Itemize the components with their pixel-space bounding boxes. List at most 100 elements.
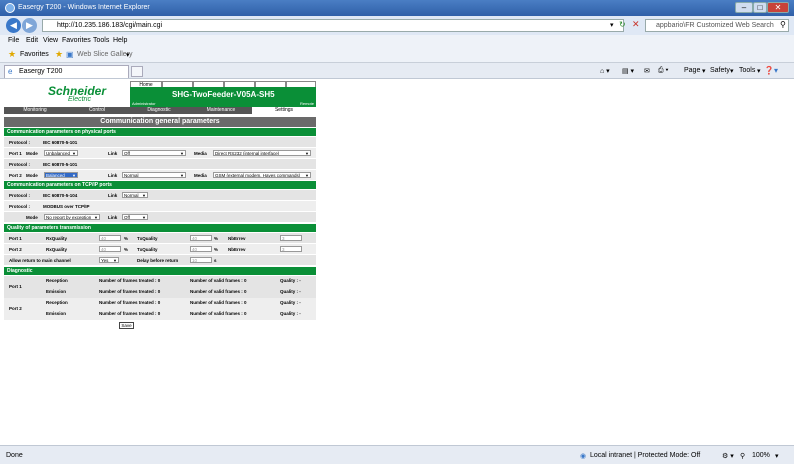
port1-nberrev-input[interactable]: 3 <box>280 235 302 241</box>
nav-monitoring[interactable]: Monitoring <box>4 107 66 114</box>
port2-nberrev-input[interactable]: 3 <box>280 246 302 252</box>
protocol-row-2: Protocol : IEC 60870-5-101 <box>4 159 316 169</box>
tab-easergy[interactable]: e Easergy T200 <box>4 65 129 78</box>
tcp-mode-select[interactable]: No report by exception ▼ <box>44 214 100 220</box>
protocol-value: MODBUS over TCP/IP <box>43 204 90 209</box>
web-slice-dropdown-icon[interactable]: ▾ <box>126 51 130 59</box>
help-icon[interactable]: ❓▾ <box>764 66 778 75</box>
tcp-protocol-row-1: Protocol : IEC 60870-5-104 Link Normal ▼ <box>4 190 316 200</box>
web-slice-gallery-link[interactable]: Web Slice Gallery <box>77 51 133 58</box>
zoom-settings-icon[interactable]: ⚙ ▾ <box>722 452 734 460</box>
port2-mode-select[interactable]: Balanced ▼ <box>44 172 78 178</box>
menu-tools[interactable]: Tools <box>93 37 109 44</box>
refresh-icon[interactable]: ↻ <box>619 20 626 29</box>
url-dropdown-icon[interactable]: ▾ <box>610 21 614 29</box>
page-menu-arrow-icon: ▾ <box>702 68 706 75</box>
forward-button[interactable]: ▶ <box>22 18 37 33</box>
port-label: Port 1 <box>9 151 22 156</box>
port1-mode-select[interactable]: Unbalanced ▼ <box>44 150 78 156</box>
search-input[interactable]: appbario\FR Customized Web Search <box>645 19 789 32</box>
port-label: Port 1 <box>9 284 22 289</box>
menu-edit[interactable]: Edit <box>26 37 38 44</box>
percent-label: % <box>214 247 219 252</box>
print-icon[interactable]: ⎙ ▾ <box>658 67 669 75</box>
tcp-link1-select[interactable]: Normal ▼ <box>122 192 148 198</box>
menu-file[interactable]: File <box>8 37 19 44</box>
home-icon[interactable]: ⌂ ▾ <box>600 67 610 75</box>
tcp-link2-select[interactable]: Off ▼ <box>122 214 148 220</box>
delay-unit: s <box>214 258 217 263</box>
url-field[interactable]: http://10.235.186.183/cgi/main.cgi <box>42 19 624 32</box>
back-button[interactable]: ◀ <box>6 18 21 33</box>
link-label: Link <box>108 151 118 156</box>
diag-direction: Emission <box>46 311 67 316</box>
menu-favorites[interactable]: Favorites <box>62 37 91 44</box>
allow-return-select[interactable]: Yes ▼ <box>99 257 119 263</box>
maximize-button[interactable]: □ <box>753 2 767 13</box>
protocol-label: Protocol : <box>9 162 30 167</box>
select-arrow-icon: ▼ <box>180 173 184 178</box>
tx-quality-label: TxQuality <box>137 247 158 252</box>
diag-quality: Quality : - <box>280 300 301 305</box>
port2-media-select[interactable]: GSM (external modem, Hayes commands) ▼ <box>213 172 311 178</box>
favorites-bar: ★ Favorites ★ ▣ Web Slice Gallery ▾ <box>0 47 794 63</box>
save-button[interactable]: Save <box>119 322 134 329</box>
port-label: Port 2 <box>9 173 22 178</box>
schneider-logo: Schneider Electric <box>4 81 130 107</box>
delay-input[interactable]: 10 <box>190 257 212 263</box>
select-arrow-icon: ▼ <box>180 151 184 156</box>
favorites-button[interactable]: Favorites <box>20 51 49 58</box>
protocol-row-1: Protocol : IEC 60870-5-101 <box>4 137 316 147</box>
stop-icon[interactable]: ✕ <box>632 19 640 30</box>
port1-row: Port 1 Mode Unbalanced ▼ Link Off ▼ Media … <box>4 148 316 158</box>
favorites-star-icon: ★ <box>8 49 17 59</box>
feeds-icon[interactable]: ▤ ▾ <box>622 67 634 75</box>
menu-view[interactable]: View <box>43 37 58 44</box>
search-icon[interactable]: ⚲ <box>780 20 786 29</box>
window-title: Easergy T200 - Windows Internet Explorer <box>18 4 150 11</box>
nav-diagnostic[interactable]: Diagnostic <box>128 107 190 114</box>
diag-direction: Reception <box>46 278 68 283</box>
port2-tx-input[interactable]: 40 <box>190 246 212 252</box>
diag-valid-frames: Number of valid frames : 0 <box>190 311 247 316</box>
diag-valid-frames: Number of valid frames : 0 <box>190 300 247 305</box>
remote-label: Remote <box>299 101 314 106</box>
protocol-value: IEC 60870-5-101 <box>43 162 78 167</box>
zoom-dropdown-icon[interactable]: ▾ <box>775 452 779 460</box>
port1-link-select[interactable]: Off ▼ <box>122 150 186 156</box>
diag-direction: Reception <box>46 300 68 305</box>
port1-rx-input[interactable]: 40 <box>99 235 121 241</box>
safety-menu[interactable]: Safety <box>710 67 730 74</box>
page-menu[interactable]: Page <box>684 67 700 74</box>
main-nav: Monitoring Control Diagnostic Maintenanc… <box>4 107 316 114</box>
port1-media-select[interactable]: Direct RS232 (internal interface) ▼ <box>213 150 311 156</box>
diag-quality: Quality : - <box>280 289 301 294</box>
diag-frames-treated: Number of frames treated : 0 <box>99 300 161 305</box>
close-window-button[interactable]: ✕ <box>767 2 789 13</box>
zoom-level[interactable]: 100% <box>752 452 770 459</box>
protocol-label: Protocol : <box>9 204 30 209</box>
nberrev-label: NbErrev <box>228 236 246 241</box>
tcp-mode-row: Mode No report by exception ▼ Link Off ▼ <box>4 212 316 222</box>
add-favorite-icon[interactable]: ★ <box>55 49 63 60</box>
link-label: Link <box>108 215 118 220</box>
nav-control[interactable]: Control <box>66 107 128 114</box>
port2-link-select[interactable]: Normal ▼ <box>122 172 186 178</box>
section-quality: Quality of parameters transmission <box>4 224 316 232</box>
minimize-button[interactable]: – <box>735 2 753 13</box>
page-icon: e <box>8 67 13 76</box>
status-text: Done <box>6 452 23 459</box>
tools-menu[interactable]: Tools <box>739 67 755 74</box>
menu-help[interactable]: Help <box>113 37 127 44</box>
port2-rx-input[interactable]: 40 <box>99 246 121 252</box>
select-arrow-icon: ▼ <box>113 258 117 263</box>
new-tab-button[interactable] <box>131 66 143 77</box>
select-arrow-icon: ▼ <box>72 151 76 156</box>
port1-tx-input[interactable]: 40 <box>190 235 212 241</box>
port2-row: Port 2 Mode Balanced ▼ Link Normal ▼ Media… <box>4 170 316 180</box>
nav-maintenance[interactable]: Maintenance <box>190 107 252 114</box>
ie-logo-icon <box>5 3 15 13</box>
mail-icon[interactable]: ✉ <box>644 67 650 75</box>
link-label: Link <box>108 193 118 198</box>
nav-settings[interactable]: Settings <box>252 107 316 114</box>
